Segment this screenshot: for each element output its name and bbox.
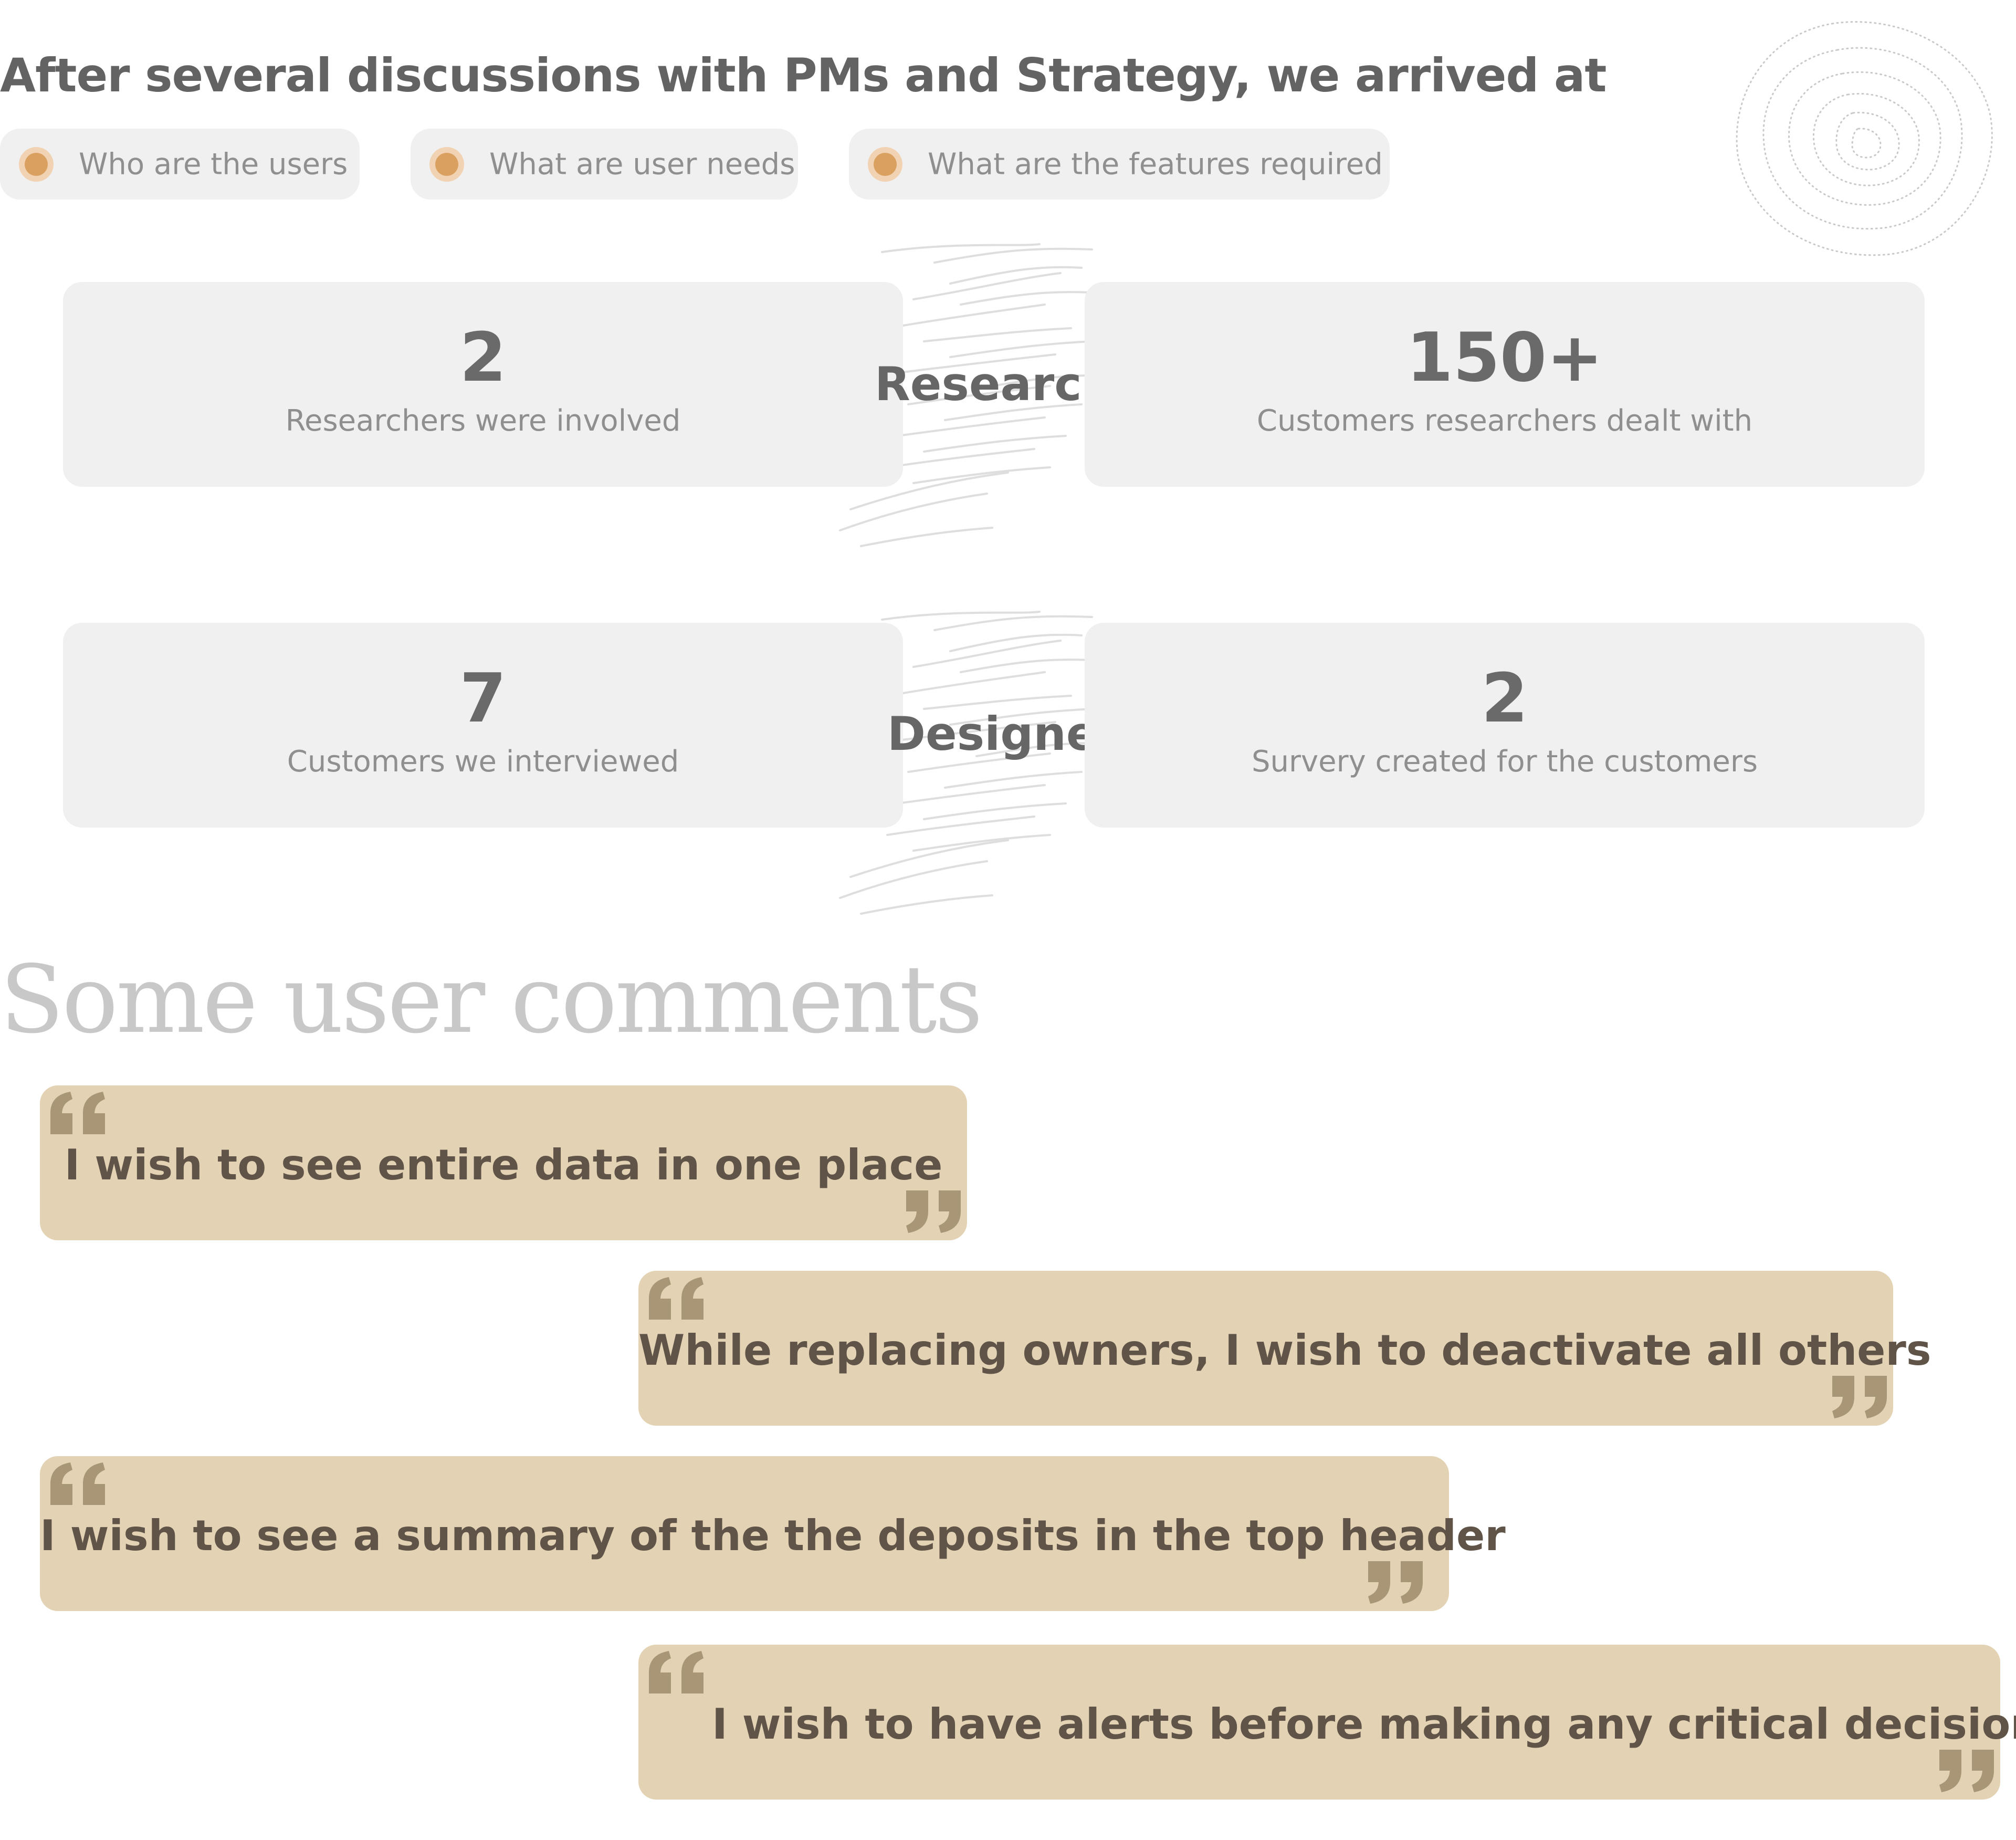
stat-value: 2 <box>459 319 507 397</box>
stat-card-researchers-involved: 2 Researchers were involved <box>63 282 903 487</box>
stat-label: Survery created for the customers <box>1251 745 1758 779</box>
stat-value: 7 <box>459 660 507 738</box>
page-heading: After several discussions with PMs and S… <box>0 48 1606 102</box>
stat-label: Customers we interviewed <box>287 745 679 779</box>
comment-text: I wish to have alerts before making any … <box>712 1699 2016 1749</box>
open-quote-icon <box>50 1462 105 1505</box>
comments-section-title: Some user comments <box>0 945 983 1054</box>
bullet-dot-icon <box>868 147 902 182</box>
bullet-dot-icon <box>429 147 464 182</box>
comment-text: While replacing owners, I wish to deacti… <box>638 1325 1931 1375</box>
stat-label: Researchers were involved <box>285 404 681 438</box>
pill-who-are-users: Who are the users <box>0 129 360 200</box>
stat-card-customers-dealt: 150+ Customers researchers dealt with <box>1085 282 1925 487</box>
comment-text: I wish to see a summary of the the depos… <box>40 1511 1506 1560</box>
comment-card: While replacing owners, I wish to deacti… <box>638 1271 1931 1426</box>
pill-label: What are the features required <box>928 147 1383 181</box>
pill-features-required: What are the features required <box>849 129 1390 200</box>
close-quote-icon <box>906 1190 961 1233</box>
comment-text: I wish to see entire data in one place <box>64 1140 943 1189</box>
close-quote-icon <box>1939 1750 1994 1792</box>
stat-card-customers-interviewed: 7 Customers we interviewed <box>63 623 903 828</box>
stat-card-surveys-created: 2 Survery created for the customers <box>1085 623 1925 828</box>
comment-card: I wish to see a summary of the the depos… <box>40 1456 1506 1611</box>
comment-card: I wish to have alerts before making any … <box>638 1645 2016 1800</box>
stat-value: 150+ <box>1406 319 1603 397</box>
comment-card: I wish to see entire data in one place <box>40 1085 967 1240</box>
pill-label: Who are the users <box>79 147 348 181</box>
stat-label: Customers researchers dealt with <box>1256 404 1753 438</box>
close-quote-icon <box>1832 1376 1887 1418</box>
stat-value: 2 <box>1481 660 1528 738</box>
bullet-dot-icon <box>19 147 54 182</box>
pill-user-needs: What are user needs <box>411 129 798 200</box>
pill-label: What are user needs <box>489 147 795 181</box>
open-quote-icon <box>649 1651 704 1693</box>
close-quote-icon <box>1368 1561 1423 1604</box>
open-quote-icon <box>649 1277 704 1320</box>
open-quote-icon <box>50 1092 105 1134</box>
decorative-rings-icon <box>1736 21 1993 256</box>
